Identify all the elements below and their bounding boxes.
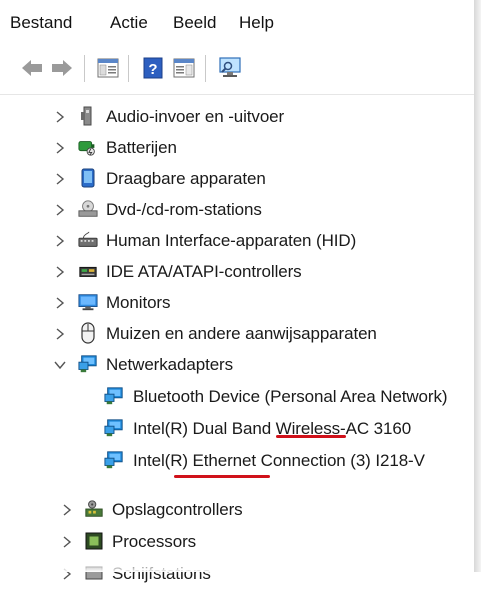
tree-item-label: Human Interface-apparaten (HID)	[106, 231, 357, 250]
tree-item-label: IDE ATA/ATAPI-controllers	[106, 262, 302, 281]
device-tree: Audio-invoer en -uitvoer Batterijen Draa…	[0, 95, 474, 583]
dvd-drive-icon	[78, 199, 98, 219]
hid-icon	[78, 230, 98, 250]
tree-item-label: Muizen en andere aanwijsapparaten	[106, 324, 377, 343]
network-adapter-icon	[104, 450, 124, 470]
bottom-fade	[0, 560, 474, 572]
battery-icon	[78, 137, 98, 157]
chevron-right-icon[interactable]	[53, 293, 67, 313]
annotation-underline-wireless	[276, 435, 346, 438]
window-right-edge	[474, 0, 481, 572]
tree-item-ethernet-adapter[interactable]: Intel(R) Ethernet Connection (3) I218-V	[0, 446, 474, 476]
toolbar-separator	[84, 55, 85, 82]
tree-item-network-adapters[interactable]: Netwerkadapters	[0, 350, 474, 380]
tree-item-monitors[interactable]: Monitors	[0, 288, 474, 318]
tree-item-label: Draagbare apparaten	[106, 169, 266, 188]
menu-actie[interactable]: Actie	[110, 13, 148, 33]
speaker-icon	[78, 106, 98, 126]
tree-item-label: Batterijen	[106, 138, 177, 157]
chevron-right-icon[interactable]	[53, 138, 67, 158]
tree-item-battery[interactable]: Batterijen	[0, 133, 474, 163]
chevron-right-icon[interactable]	[53, 324, 67, 344]
toolbar: ?	[0, 44, 474, 95]
network-adapter-icon	[104, 418, 124, 438]
tree-item-label: Dvd-/cd-rom-stations	[106, 200, 262, 219]
chevron-right-icon[interactable]	[60, 532, 74, 552]
mouse-icon	[78, 322, 98, 344]
tree-item-label: Intel(R) Dual Band Wireless-AC 3160	[133, 419, 412, 438]
tree-item-label: Intel(R) Ethernet Connection (3) I218-V	[133, 451, 425, 470]
tree-item-label: Monitors	[106, 293, 171, 312]
chevron-right-icon[interactable]	[60, 500, 74, 520]
chevron-right-icon[interactable]	[53, 231, 67, 251]
toolbar-separator	[128, 55, 129, 82]
tree-item-storage-controllers[interactable]: Opslagcontrollers	[0, 495, 474, 525]
tree-item-audio[interactable]: Audio-invoer en -uitvoer	[0, 102, 474, 132]
monitor-icon	[78, 292, 98, 312]
chevron-right-icon[interactable]	[53, 200, 67, 220]
chevron-right-icon[interactable]	[53, 107, 67, 127]
action-pane-icon[interactable]	[172, 56, 196, 80]
tree-item-processors[interactable]: Processors	[0, 527, 474, 557]
tree-item-mice[interactable]: Muizen en andere aanwijsapparaten	[0, 319, 474, 349]
chevron-down-icon[interactable]	[53, 355, 67, 375]
tree-item-label: Opslagcontrollers	[112, 500, 243, 519]
processor-icon	[84, 531, 104, 551]
svg-text:?: ?	[148, 61, 157, 78]
ide-controller-icon	[78, 261, 98, 281]
chevron-right-icon[interactable]	[53, 169, 67, 189]
tree-item-label: Audio-invoer en -uitvoer	[106, 107, 285, 126]
tree-item-dvd[interactable]: Dvd-/cd-rom-stations	[0, 195, 474, 225]
help-book-icon[interactable]: ?	[141, 56, 165, 80]
chevron-right-icon[interactable]	[53, 262, 67, 282]
tree-item-label: Processors	[112, 532, 197, 551]
monitor-scan-icon[interactable]	[218, 56, 242, 80]
annotation-underline-ethernet	[174, 475, 270, 478]
storage-controller-icon	[84, 499, 104, 519]
console-tree-icon[interactable]	[96, 56, 120, 80]
portable-device-icon	[78, 168, 98, 188]
toolbar-separator	[205, 55, 206, 82]
tree-item-hid[interactable]: Human Interface-apparaten (HID)	[0, 226, 474, 256]
tree-item-bluetooth-pan[interactable]: Bluetooth Device (Personal Area Network)	[0, 382, 474, 412]
menu-help[interactable]: Help	[239, 13, 274, 33]
tree-item-label: Bluetooth Device (Personal Area Network)	[133, 387, 448, 406]
menu-bestand[interactable]: Bestand	[10, 13, 72, 33]
menu-beeld[interactable]: Beeld	[173, 13, 216, 33]
tree-item-label: Netwerkadapters	[106, 355, 234, 374]
arrow-right-icon[interactable]	[50, 56, 74, 80]
network-adapter-icon	[104, 386, 124, 406]
menu-bar: Bestand Actie Beeld Help	[0, 0, 474, 44]
arrow-left-icon[interactable]	[20, 56, 44, 80]
tree-item-portable-devices[interactable]: Draagbare apparaten	[0, 164, 474, 194]
tree-item-ide[interactable]: IDE ATA/ATAPI-controllers	[0, 257, 474, 287]
tree-item-wireless-adapter[interactable]: Intel(R) Dual Band Wireless-AC 3160	[0, 414, 474, 444]
network-adapter-icon	[78, 354, 98, 374]
